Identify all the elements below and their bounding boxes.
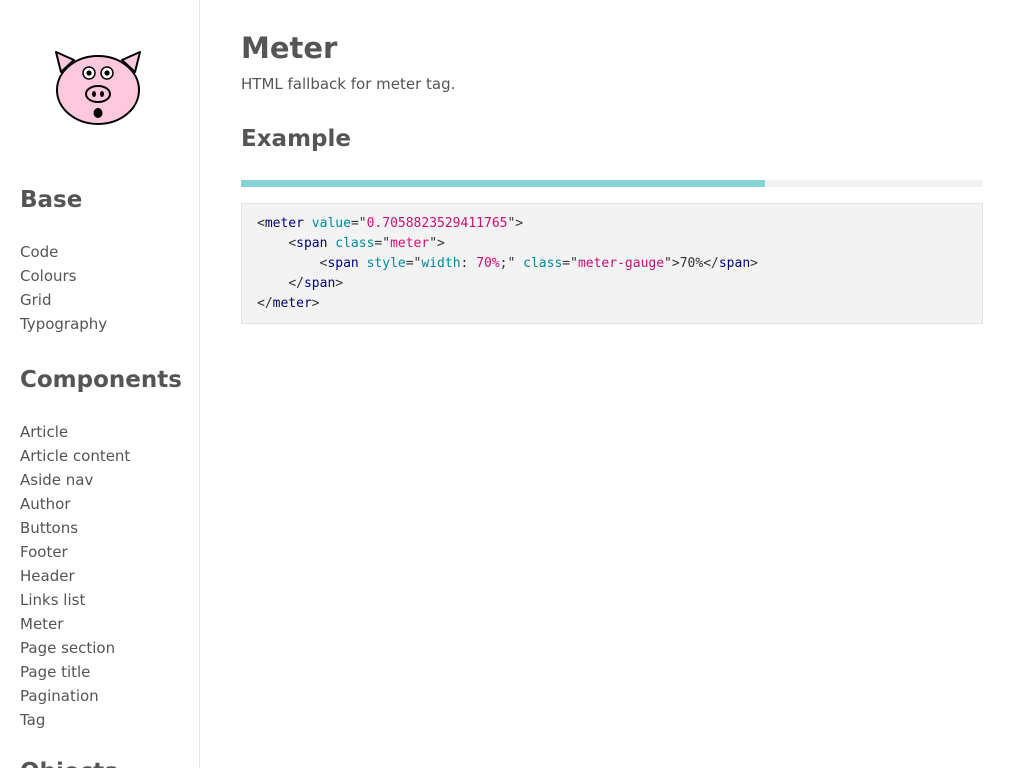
- nav-item-grid[interactable]: Grid: [20, 288, 107, 312]
- nav-item-code[interactable]: Code: [20, 240, 107, 264]
- meter-gauge: [241, 180, 765, 187]
- code-line-1: <meter value="0.7058823529411765">: [257, 216, 524, 231]
- code-listing: <meter value="0.7058823529411765"> <span…: [242, 204, 982, 324]
- page-title: Meter: [241, 31, 338, 65]
- nav-item-article-content[interactable]: Article content: [20, 444, 130, 468]
- code-line-2: <span class="meter">: [288, 236, 445, 251]
- nav-list-base: Code Colours Grid Typography: [20, 240, 107, 336]
- pig-logo-icon[interactable]: [52, 46, 144, 128]
- nav-item-tag[interactable]: Tag: [20, 708, 130, 732]
- nav-heading-objects: Objects: [20, 758, 118, 768]
- nav-item-aside-nav[interactable]: Aside nav: [20, 468, 130, 492]
- nav-item-page-section[interactable]: Page section: [20, 636, 130, 660]
- code-block: <meter value="0.7058823529411765"> <span…: [241, 203, 983, 324]
- nav-item-footer[interactable]: Footer: [20, 540, 130, 564]
- nav-item-links-list[interactable]: Links list: [20, 588, 130, 612]
- nav-item-typography[interactable]: Typography: [20, 312, 107, 336]
- code-line-4: </span>: [288, 276, 344, 291]
- nav-item-pagination[interactable]: Pagination: [20, 684, 130, 708]
- nav-item-page-title[interactable]: Page title: [20, 660, 130, 684]
- nav-list-components: Article Article content Aside nav Author…: [20, 420, 130, 732]
- section-title-example: Example: [241, 126, 351, 152]
- nav-item-meter[interactable]: Meter: [20, 612, 130, 636]
- meter: [241, 180, 983, 187]
- nav-item-article[interactable]: Article: [20, 420, 130, 444]
- nav-heading-components: Components: [20, 367, 182, 393]
- code-line-3: <span style="width: 70%;" class="meter-g…: [319, 256, 758, 271]
- nav-item-buttons[interactable]: Buttons: [20, 516, 130, 540]
- nav-item-header[interactable]: Header: [20, 564, 130, 588]
- sidebar: Base Code Colours Grid Typography Compon…: [0, 0, 200, 768]
- page-description: HTML fallback for meter tag.: [241, 75, 456, 93]
- nav-heading-base: Base: [20, 187, 83, 213]
- code-line-5: </meter>: [257, 296, 320, 311]
- nav-item-colours[interactable]: Colours: [20, 264, 107, 288]
- nav-item-author[interactable]: Author: [20, 492, 130, 516]
